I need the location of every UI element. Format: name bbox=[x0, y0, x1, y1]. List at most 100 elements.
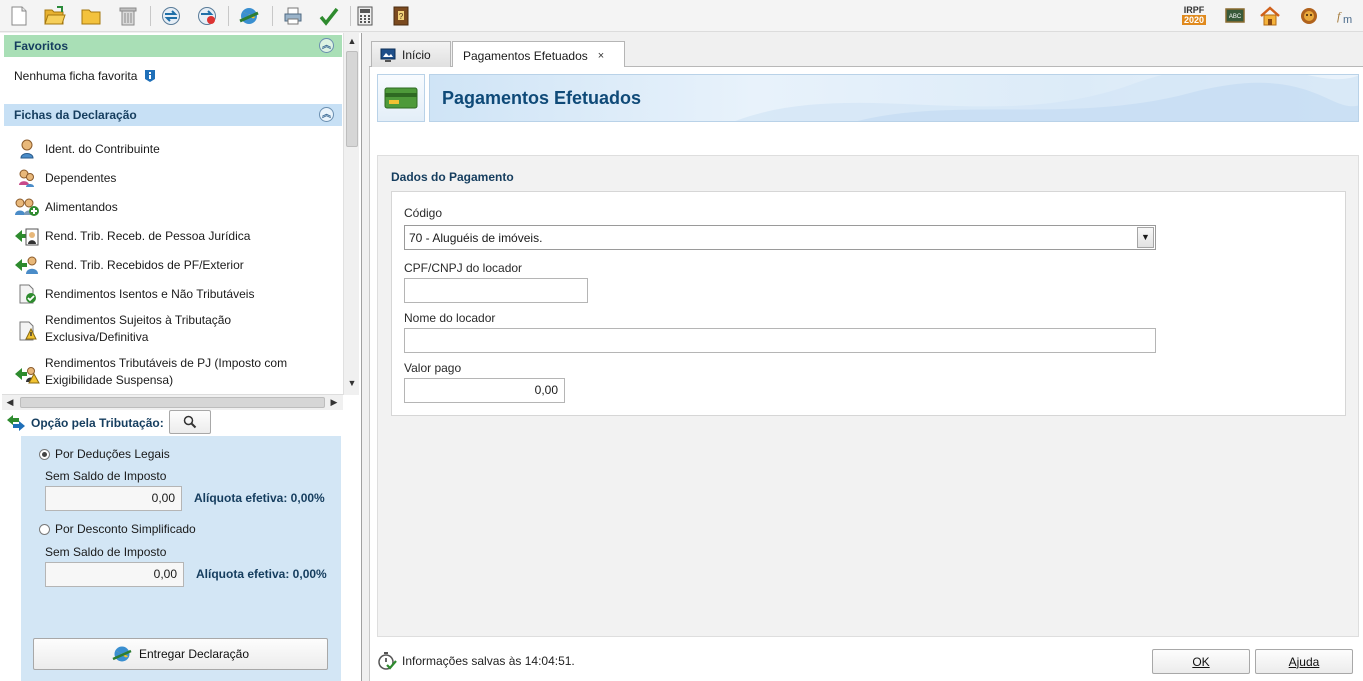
document-warning-icon bbox=[14, 320, 40, 342]
simplificado-radio[interactable] bbox=[39, 524, 50, 535]
scroll-right-icon[interactable]: ▶ bbox=[326, 395, 342, 411]
favoritos-empty: Nenhuma ficha favorita bbox=[14, 69, 156, 83]
deducoes-value-field: 0,00 bbox=[45, 486, 182, 511]
codigo-select[interactable]: 70 - Aluguéis de imóveis. ▼ bbox=[404, 225, 1156, 250]
person-icon bbox=[14, 138, 40, 160]
banner-icon-box bbox=[377, 74, 425, 122]
money-card-icon bbox=[384, 85, 418, 111]
tab-inicio[interactable]: Início bbox=[371, 41, 451, 68]
cpf-label: CPF/CNPJ do locador bbox=[404, 261, 523, 275]
fichas-title: Fichas da Declaração bbox=[14, 108, 137, 122]
deducoes-radio[interactable] bbox=[39, 449, 50, 460]
fichas-scroll-area: Favoritos ︽ Nenhuma ficha favorita Ficha… bbox=[0, 33, 343, 395]
section-title: Dados do Pagamento bbox=[391, 170, 514, 184]
ficha-rend-trib-pj[interactable]: Rend. Trib. Receb. de Pessoa Jurídica bbox=[14, 225, 250, 247]
simplificado-value-field: 0,00 bbox=[45, 562, 184, 587]
book-icon[interactable]: ? bbox=[390, 5, 412, 27]
favoritos-empty-text: Nenhuma ficha favorita bbox=[14, 69, 138, 83]
page-banner: Pagamentos Efetuados bbox=[429, 74, 1359, 122]
main-toolbar: ? IRPF 2020 ABC fm bbox=[0, 0, 1363, 32]
favoritos-header[interactable]: Favoritos ︽ bbox=[4, 35, 342, 57]
tab-close-icon[interactable]: × bbox=[598, 50, 604, 62]
folder-icon[interactable] bbox=[80, 5, 102, 27]
opcao-title: Opção pela Tributação: bbox=[31, 416, 164, 430]
deducoes-label[interactable]: Por Deduções Legais bbox=[55, 447, 170, 461]
simplificado-label[interactable]: Por Desconto Simplificado bbox=[55, 522, 196, 536]
fichas-vertical-scrollbar[interactable]: ▲ ▼ bbox=[343, 33, 359, 395]
entregar-label: Entregar Declaração bbox=[138, 647, 250, 661]
trash-icon[interactable] bbox=[117, 5, 139, 27]
magnifier-icon bbox=[183, 415, 197, 429]
left-panel: Favoritos ︽ Nenhuma ficha favorita Ficha… bbox=[0, 33, 362, 681]
collapse-favoritos-icon[interactable]: ︽ bbox=[319, 38, 334, 53]
tabs-bar: Início Pagamentos Efetuados × bbox=[369, 33, 1363, 69]
irpf-2020-icon[interactable]: IRPF 2020 bbox=[1180, 5, 1208, 27]
scroll-up-icon[interactable]: ▲ bbox=[344, 33, 360, 49]
hscroll-thumb[interactable] bbox=[20, 397, 325, 408]
simplificado-saldo-label: Sem Saldo de Imposto bbox=[45, 545, 167, 559]
scroll-thumb[interactable] bbox=[346, 51, 358, 147]
status-bar: Informações salvas às 14:04:51. bbox=[377, 651, 575, 671]
svg-text:?: ? bbox=[399, 12, 404, 21]
new-file-icon[interactable] bbox=[8, 5, 30, 27]
status-text: Informações salvas às 14:04:51. bbox=[402, 654, 575, 668]
ficha-rend-isentos[interactable]: Rendimentos Isentos e Não Tributáveis bbox=[14, 283, 254, 305]
deducoes-aliquota: Alíquota efetiva: 0,00% bbox=[194, 491, 325, 505]
simplificado-aliquota: Alíquota efetiva: 0,00% bbox=[196, 567, 327, 581]
ficha-alimentandos[interactable]: Alimentandos bbox=[14, 196, 118, 218]
opcao-search-button[interactable] bbox=[169, 410, 211, 434]
print-icon[interactable] bbox=[282, 5, 304, 27]
collapse-fichas-icon[interactable]: ︽ bbox=[319, 107, 334, 122]
arrow-person-icon bbox=[14, 254, 40, 276]
scroll-left-icon[interactable]: ◀ bbox=[2, 395, 18, 411]
codigo-value: 70 - Aluguéis de imóveis. bbox=[409, 231, 543, 245]
ficha-rend-trib-pf-exterior[interactable]: Rend. Trib. Recebidos de PF/Exterior bbox=[14, 254, 244, 276]
opcao-tributacao-panel: Por Deduções Legais Sem Saldo de Imposto… bbox=[21, 436, 341, 681]
ficha-rend-exclusiva[interactable]: Rendimentos Sujeitos à Tributação Exclus… bbox=[14, 312, 275, 346]
ajuda-button[interactable]: Ajuda bbox=[1255, 649, 1353, 674]
svg-text:f: f bbox=[1337, 9, 1342, 23]
recover-icon[interactable] bbox=[196, 5, 218, 27]
ficha-ident-contribuinte[interactable]: Ident. do Contribuinte bbox=[14, 138, 160, 160]
nome-label: Nome do locador bbox=[404, 311, 496, 325]
fichas-horizontal-scrollbar[interactable]: ◀ ▶ bbox=[2, 394, 343, 410]
main-content: Pagamentos Efetuados Dados do Pagamento … bbox=[369, 67, 1363, 681]
entregar-declaracao-button[interactable]: Entregar Declaração bbox=[33, 638, 328, 670]
form-panel: Dados do Pagamento Código 70 - Aluguéis … bbox=[377, 155, 1359, 637]
cpf-cnpj-input[interactable] bbox=[404, 278, 588, 303]
calculator-icon[interactable] bbox=[354, 5, 376, 27]
valor-pago-input[interactable]: 0,00 bbox=[404, 378, 565, 403]
codigo-label: Código bbox=[404, 206, 443, 220]
open-folder-icon[interactable] bbox=[44, 5, 66, 27]
svg-text:m: m bbox=[1343, 14, 1352, 26]
arrow-person-warning-icon bbox=[14, 363, 40, 385]
abc-icon[interactable]: ABC bbox=[1224, 5, 1246, 27]
import-icon[interactable] bbox=[160, 5, 182, 27]
family-icon bbox=[14, 167, 40, 189]
ajuda-label: Ajuda bbox=[1288, 654, 1320, 669]
deducoes-saldo-label: Sem Saldo de Imposto bbox=[45, 469, 167, 483]
globe-transmit-icon bbox=[112, 645, 132, 663]
chevron-down-icon[interactable]: ▼ bbox=[1137, 227, 1154, 248]
home-icon[interactable] bbox=[1259, 5, 1281, 27]
ok-button[interactable]: OK bbox=[1152, 649, 1250, 674]
monitor-icon bbox=[380, 48, 396, 62]
check-icon[interactable] bbox=[318, 5, 340, 27]
dados-pagamento-group: Código 70 - Aluguéis de imóveis. ▼ CPF/C… bbox=[391, 191, 1346, 416]
arrow-person-icon bbox=[14, 225, 40, 247]
transmit-icon[interactable] bbox=[238, 5, 260, 27]
tab-pagamentos-label: Pagamentos Efetuados bbox=[463, 48, 588, 63]
fichas-header[interactable]: Fichas da Declaração ︽ bbox=[4, 104, 342, 126]
favoritos-title: Favoritos bbox=[14, 39, 69, 53]
fm-icon[interactable]: fm bbox=[1334, 5, 1356, 27]
page-title: Pagamentos Efetuados bbox=[442, 88, 642, 108]
lion-icon[interactable] bbox=[1298, 5, 1320, 27]
ficha-rend-exigibilidade-suspensa[interactable]: Rendimentos Tributáveis de PJ (Imposto c… bbox=[14, 355, 310, 389]
opcao-arrows-icon bbox=[6, 414, 26, 432]
valor-label: Valor pago bbox=[404, 361, 462, 375]
document-check-icon bbox=[14, 283, 40, 305]
ficha-dependentes[interactable]: Dependentes bbox=[14, 167, 116, 189]
tab-pagamentos-efetuados[interactable]: Pagamentos Efetuados × bbox=[452, 41, 625, 69]
scroll-down-icon[interactable]: ▼ bbox=[344, 375, 360, 391]
nome-locador-input[interactable] bbox=[404, 328, 1156, 353]
